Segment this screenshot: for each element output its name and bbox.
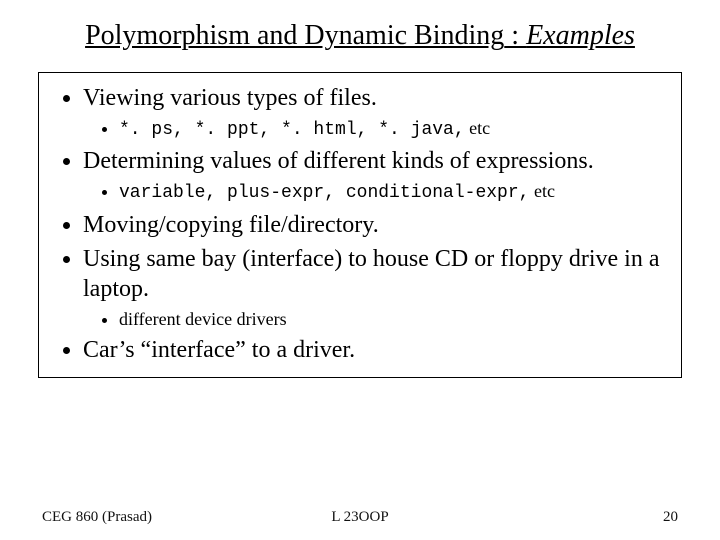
list-item: Viewing various types of files. *. ps, *…: [83, 83, 673, 142]
bullet-text: Using same bay (interface) to house CD o…: [83, 246, 660, 302]
bullet-list: Viewing various types of files. *. ps, *…: [47, 83, 673, 365]
title-sep: :: [504, 20, 526, 51]
sub-plain: different device drivers: [119, 309, 287, 329]
list-item: *. ps, *. ppt, *. html, *. java, etc: [119, 117, 673, 142]
list-item: Car’s “interface” to a driver.: [83, 335, 673, 365]
footer-center: L 23OOP: [0, 509, 720, 526]
sub-mono: variable, plus-expr, conditional-expr,: [119, 183, 529, 203]
list-item: variable, plus-expr, conditional-expr, e…: [119, 180, 673, 205]
footer-right: 20: [663, 509, 678, 526]
bullet-text: Determining values of different kinds of…: [83, 148, 594, 174]
content-box: Viewing various types of files. *. ps, *…: [38, 72, 682, 378]
bullet-text: Viewing various types of files.: [83, 85, 377, 111]
slide: Polymorphism and Dynamic Binding : Examp…: [0, 0, 720, 540]
slide-title: Polymorphism and Dynamic Binding : Examp…: [0, 0, 720, 58]
bullet-text: Car’s “interface” to a driver.: [83, 337, 355, 363]
list-item: Using same bay (interface) to house CD o…: [83, 244, 673, 331]
sub-after: etc: [529, 181, 554, 201]
list-item: different device drivers: [119, 308, 673, 331]
title-examples: Examples: [526, 20, 635, 51]
bullet-text: Moving/copying file/directory.: [83, 212, 379, 238]
list-item: Moving/copying file/directory.: [83, 210, 673, 240]
list-item: Determining values of different kinds of…: [83, 146, 673, 205]
sub-after: etc: [465, 118, 490, 138]
title-main: Polymorphism and Dynamic Binding: [85, 20, 504, 51]
sub-mono: *. ps, *. ppt, *. html, *. java,: [119, 120, 465, 140]
